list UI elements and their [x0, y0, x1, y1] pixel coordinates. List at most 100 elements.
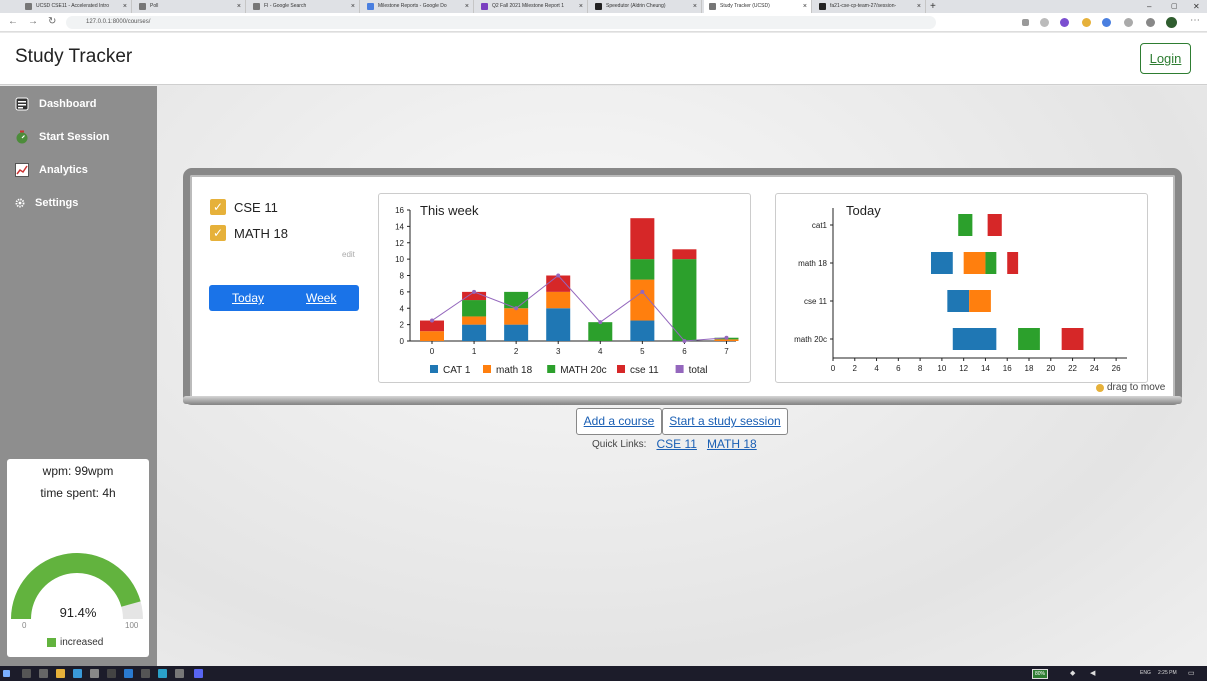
- sidebar-item-dashboard[interactable]: Dashboard: [15, 94, 96, 114]
- close-window-icon[interactable]: ✕: [1193, 0, 1200, 13]
- x-tick-label: 4: [598, 347, 603, 356]
- extension-icon[interactable]: [1040, 18, 1049, 27]
- battery-indicator[interactable]: 80%: [1032, 669, 1049, 679]
- x-tick-label: 2: [853, 364, 858, 373]
- vscode-icon[interactable]: [124, 669, 133, 678]
- checkbox-checked-icon[interactable]: ✓: [210, 199, 226, 215]
- time-range-bar: [958, 214, 973, 236]
- profile-avatar[interactable]: [1166, 17, 1177, 28]
- app-icon[interactable]: [107, 669, 116, 678]
- y-tick-label: cse 11: [804, 297, 828, 306]
- y-tick-label: 6: [400, 288, 405, 297]
- forward-icon[interactable]: →: [28, 16, 38, 27]
- sidebar-item-analytics[interactable]: Analytics: [15, 160, 88, 180]
- total-point: [514, 306, 519, 311]
- sidebar-item-start-session[interactable]: Start Session: [15, 127, 109, 147]
- bar-segment: [420, 331, 444, 341]
- x-tick-label: 2: [514, 347, 519, 356]
- x-tick-label: 8: [918, 364, 923, 373]
- clock[interactable]: 2:25 PM: [1158, 670, 1177, 676]
- close-tab-icon[interactable]: ×: [917, 0, 921, 13]
- legend-label: increased: [60, 637, 104, 648]
- time-range-bar: [963, 252, 986, 274]
- browser-tab[interactable]: FI - Google Search ×: [248, 0, 360, 13]
- sidebar-item-settings[interactable]: Settings: [15, 193, 78, 213]
- app-icon[interactable]: [158, 669, 167, 678]
- browser-app-icon[interactable]: [73, 669, 82, 678]
- time-range-bar: [952, 328, 997, 350]
- minimize-window-icon[interactable]: –: [1147, 0, 1151, 13]
- today-button[interactable]: Today: [232, 291, 264, 305]
- close-tab-icon[interactable]: ×: [465, 0, 469, 13]
- chart-title: This week: [420, 203, 479, 218]
- maximize-window-icon[interactable]: ▢: [1171, 0, 1178, 13]
- start-session-button[interactable]: Start a study session: [662, 408, 788, 435]
- y-tick-label: 16: [395, 206, 404, 215]
- extension-icon[interactable]: [1102, 18, 1111, 27]
- browser-tab[interactable]: Q2 Fall 2021 Milestone Report 1 ×: [476, 0, 588, 13]
- weekly-chart: This week 02468101214160 1 2 3 4 5 6 7CAT 1 math…: [395, 203, 739, 376]
- app-icon[interactable]: [141, 669, 150, 678]
- x-tick-label: 0: [831, 364, 836, 373]
- total-point: [472, 289, 477, 294]
- notifications-icon[interactable]: ▭: [1188, 669, 1195, 677]
- chart-line-icon: [15, 163, 29, 177]
- close-tab-icon[interactable]: ×: [237, 0, 241, 13]
- browser-tab[interactable]: Milestone Reports - Google Do ×: [362, 0, 474, 13]
- app-icon[interactable]: [175, 669, 184, 678]
- total-point: [598, 320, 603, 325]
- bar-segment: [504, 324, 529, 341]
- close-tab-icon[interactable]: ×: [693, 0, 697, 13]
- browser-tab[interactable]: Poll ×: [134, 0, 246, 13]
- legend-label: cse 11: [630, 365, 659, 376]
- address-input[interactable]: 127.0.0.1:8000/courses/: [66, 16, 936, 29]
- search-icon[interactable]: [22, 669, 31, 678]
- extension-icon[interactable]: [1146, 18, 1155, 27]
- checkbox-checked-icon[interactable]: ✓: [210, 225, 226, 241]
- course-item-cse11[interactable]: ✓ CSE 11: [210, 199, 278, 215]
- quick-link-cse11[interactable]: CSE 11: [656, 437, 696, 451]
- windows-start-icon[interactable]: [3, 670, 10, 677]
- volume-icon[interactable]: ◀: [1090, 669, 1095, 677]
- course-item-math18[interactable]: ✓ MATH 18: [210, 225, 288, 241]
- close-tab-icon[interactable]: ×: [123, 0, 127, 13]
- y-tick-label: 0: [400, 337, 405, 346]
- browser-tab[interactable]: fa21-cse-cp-team-27/session- ×: [814, 0, 926, 13]
- extension-icon[interactable]: [1060, 18, 1069, 27]
- extension-icon[interactable]: [1124, 18, 1133, 27]
- total-point: [682, 339, 687, 343]
- app-icon[interactable]: [194, 669, 203, 678]
- url-text: 127.0.0.1:8000/courses/: [86, 19, 151, 25]
- legend-swatch: [483, 365, 491, 373]
- x-tick-label: 5: [640, 347, 645, 356]
- back-icon[interactable]: ←: [8, 16, 18, 27]
- new-tab-icon[interactable]: +: [930, 0, 936, 13]
- file-explorer-icon[interactable]: [56, 669, 65, 678]
- reload-icon[interactable]: ↻: [48, 16, 56, 27]
- browser-tab[interactable]: UCSD CSE11 - Accelerated Intro ×: [20, 0, 132, 13]
- wifi-icon[interactable]: ◆: [1070, 669, 1075, 677]
- whiteboard-tray: [183, 396, 1182, 404]
- bar-segment: [504, 291, 529, 309]
- close-tab-icon[interactable]: ×: [351, 0, 355, 13]
- wpm-stat: wpm: 99wpm: [42, 464, 114, 478]
- extension-icon[interactable]: [1082, 18, 1091, 27]
- login-button[interactable]: Login: [1140, 43, 1191, 74]
- zoom-icon[interactable]: [1022, 19, 1029, 26]
- edit-link[interactable]: edit: [342, 250, 355, 259]
- task-view-icon[interactable]: [39, 669, 48, 678]
- close-tab-icon[interactable]: ×: [803, 0, 807, 13]
- browser-tab-active[interactable]: Study Tracker (UCSD) ×: [704, 0, 812, 13]
- browser-tab[interactable]: Speedutor (Aldrin Cheung) ×: [590, 0, 702, 13]
- browser-menu-icon[interactable]: ⋯: [1190, 15, 1200, 26]
- language-indicator[interactable]: ENG: [1140, 670, 1151, 676]
- sidebar-item-label: Settings: [35, 197, 79, 209]
- close-tab-icon[interactable]: ×: [579, 0, 583, 13]
- store-app-icon[interactable]: [90, 669, 99, 678]
- week-button[interactable]: Week: [306, 291, 336, 305]
- quick-link-math18[interactable]: MATH 18: [707, 437, 757, 451]
- bar-segment: [630, 320, 655, 341]
- drag-handle[interactable]: drag to move: [1096, 382, 1165, 393]
- add-course-button[interactable]: Add a course: [576, 408, 662, 435]
- legend-swatch: [47, 638, 56, 647]
